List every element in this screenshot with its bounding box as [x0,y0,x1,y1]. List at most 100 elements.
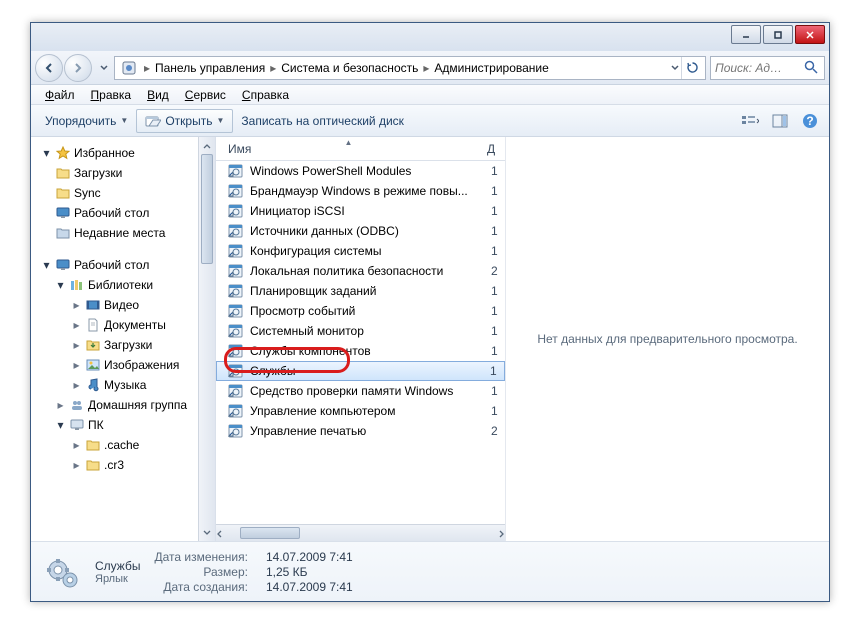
nav-cache[interactable]: ▸.cache [31,435,198,455]
computer-icon [69,417,85,433]
crumb-sep[interactable]: ▸ [420,57,432,79]
list-item[interactable]: Службы 1 [216,361,505,381]
menu-tools[interactable]: Сервис [177,86,234,104]
menu-help[interactable]: Справка [234,86,297,104]
nav-video[interactable]: ▸Видео [31,295,198,315]
forward-button[interactable] [64,54,92,82]
documents-icon [85,317,101,333]
scroll-up-button[interactable] [199,137,215,154]
crumb-sep[interactable]: ▸ [267,57,279,79]
search-box[interactable] [710,56,825,80]
shortcut-icon [228,163,244,179]
twisty-icon: ▸ [55,400,66,411]
nav-label: Видео [104,298,139,312]
view-mode-button[interactable] [737,110,763,132]
minimize-button[interactable] [731,25,761,44]
list-item[interactable]: Конфигурация системы1 [216,241,505,261]
list-item-name: Службы [250,364,478,378]
menu-file[interactable]: Файл [37,86,83,104]
organize-button[interactable]: Упорядочить▼ [37,109,136,133]
details-name: Службы [95,559,140,573]
nav-recent[interactable]: Недавние места [31,223,198,243]
close-button[interactable] [795,25,825,44]
shortcut-icon [228,283,244,299]
nav-desktop-fav[interactable]: Рабочий стол [31,203,198,223]
menubar: Файл Правка Вид Сервис Справка [31,85,829,105]
scroll-thumb[interactable] [240,527,300,539]
nav-scrollbar[interactable] [198,137,215,541]
list-item-date: 1 [485,244,505,258]
list-item[interactable]: Планировщик заданий1 [216,281,505,301]
titlebar [31,23,829,51]
crumb-2[interactable]: Администрирование [432,61,550,75]
details-value: 1,25 КБ [266,565,353,579]
scroll-down-button[interactable] [199,524,215,541]
folder-icon [85,437,101,453]
preview-pane-button[interactable] [767,110,793,132]
nav-label: .cr3 [104,458,124,472]
nav-sync[interactable]: Sync [31,183,198,203]
list-item-date: 2 [485,264,505,278]
list-item[interactable]: Windows PowerShell Modules1 [216,161,505,181]
list-item[interactable]: Управление печатью2 [216,421,505,441]
nav-label: .cache [104,438,139,452]
details-value: 14.07.2009 7:41 [266,550,353,564]
nav-label: Библиотеки [88,278,153,292]
list-item-date: 1 [485,304,505,318]
list-item[interactable]: Локальная политика безопасности2 [216,261,505,281]
twisty-open-icon: ▾ [55,420,66,431]
help-button[interactable]: ? [797,110,823,132]
video-icon [85,297,101,313]
search-input[interactable] [715,61,800,75]
nav-label: Недавние места [74,226,165,240]
list-h-scrollbar[interactable] [216,524,505,541]
nav-favorites[interactable]: ▾Избранное [31,143,198,163]
history-dropdown[interactable] [97,59,110,77]
nav-music[interactable]: ▸Музыка [31,375,198,395]
burn-button[interactable]: Записать на оптический диск [233,109,412,133]
list-item[interactable]: Брандмауэр Windows в режиме повы...1 [216,181,505,201]
nav-lib-downloads[interactable]: ▸Загрузки [31,335,198,355]
crumb-0[interactable]: Панель управления [153,61,267,75]
maximize-button[interactable] [763,25,793,44]
list-item-date: 1 [485,404,505,418]
nav-label: Музыка [104,378,146,392]
list-pane: Имя▲ Д Windows PowerShell Modules1Брандм… [216,137,829,541]
list-item[interactable]: Службы компонентов1 [216,341,505,361]
column-header-name[interactable]: Имя▲ [216,137,481,161]
scroll-right-button[interactable] [499,525,505,542]
crumb-sep[interactable]: ▸ [141,57,153,79]
twisty-open-icon: ▾ [41,148,52,159]
scroll-thumb[interactable] [201,154,213,264]
nav-libraries[interactable]: ▾Библиотеки [31,275,198,295]
address-history-dropdown[interactable] [668,59,681,77]
twisty-icon: ▸ [71,320,82,331]
open-button[interactable]: Открыть▼ [136,109,233,133]
nav-homegroup[interactable]: ▸ Домашняя группа [31,395,198,415]
address-bar[interactable]: ▸ Панель управления ▸ Система и безопасн… [114,56,706,80]
nav-documents[interactable]: ▸Документы [31,315,198,335]
homegroup-icon [69,397,85,413]
column-header-date[interactable]: Д [481,137,505,161]
nav-cr3[interactable]: ▸.cr3 [31,455,198,475]
list-item[interactable]: Источники данных (ODBC)1 [216,221,505,241]
list-item[interactable]: Средство проверки памяти Windows1 [216,381,505,401]
list-item[interactable]: Управление компьютером 1 [216,401,505,421]
nav-desktop[interactable]: ▾Рабочий стол [31,255,198,275]
nav-label: Домашняя группа [88,398,187,412]
nav-downloads[interactable]: Загрузки [31,163,198,183]
sort-asc-icon: ▲ [345,138,353,147]
list-item-date: 2 [485,424,505,438]
nav-pictures[interactable]: ▸Изображения [31,355,198,375]
list-item[interactable]: Системный монитор1 [216,321,505,341]
menu-edit[interactable]: Правка [83,86,140,104]
menu-view[interactable]: Вид [139,86,177,104]
back-button[interactable] [35,54,63,82]
refresh-button[interactable] [681,57,703,79]
crumb-1[interactable]: Система и безопасность [279,61,420,75]
list-item-date: 1 [484,364,504,378]
nav-pc[interactable]: ▾ПК [31,415,198,435]
list-item-name: Управление компьютером [250,404,479,418]
list-item[interactable]: Просмотр событий1 [216,301,505,321]
list-item[interactable]: Инициатор iSCSI1 [216,201,505,221]
